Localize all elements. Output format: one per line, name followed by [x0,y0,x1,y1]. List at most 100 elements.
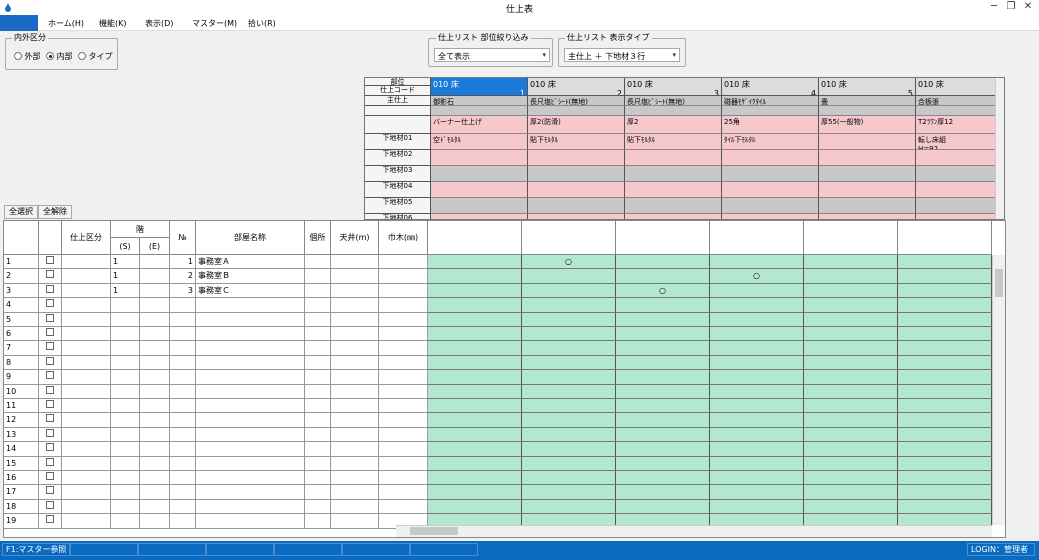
kubun-cell[interactable] [62,269,111,284]
table-row[interactable]: 4 [4,298,992,313]
no-cell[interactable] [170,384,196,399]
finish-assign-cell[interactable]: ○ [616,283,710,299]
finish-cell[interactable]: T2ﾗﾜﾝ厚12 [916,116,1004,134]
checkbox[interactable] [46,270,54,279]
finish-cell[interactable] [528,198,625,214]
kubun-cell[interactable] [62,384,111,399]
finish-assign-cell[interactable] [710,255,804,270]
baseboard-cell[interactable] [379,283,428,299]
finish-assign-cell[interactable] [522,485,616,500]
finish-assign-cell[interactable] [616,269,710,284]
finish-assign-cell[interactable] [428,442,522,457]
floor-s-cell[interactable] [111,370,140,385]
kubun-cell[interactable] [62,283,111,299]
finish-assign-cell[interactable] [428,255,522,270]
finish-cell[interactable] [722,182,819,198]
finish-column-header[interactable]: 010 床 [916,78,1004,96]
finish-assign-cell[interactable] [804,384,898,399]
floor-s-cell[interactable] [111,471,140,486]
finish-column-header[interactable]: 010 床2 [528,78,625,96]
finish-assign-cell[interactable] [898,427,992,443]
row-checkbox[interactable] [39,341,62,356]
checkbox[interactable] [46,385,54,394]
finish-cell[interactable] [625,106,722,116]
checkbox[interactable] [46,342,54,351]
ceiling-cell[interactable] [331,384,379,399]
radio-outside[interactable]: 外部 [14,51,41,62]
finish-assign-cell[interactable] [804,255,898,270]
finish-assign-cell[interactable] [428,456,522,471]
no-cell[interactable]: 1 [170,255,196,270]
table-row[interactable]: 12 [4,413,992,428]
finish-assign-cell[interactable] [616,471,710,486]
finish-assign-cell[interactable] [898,384,992,399]
checkbox[interactable] [46,443,54,452]
floor-s-cell[interactable]: 1 [111,283,140,299]
finish-assign-cell[interactable] [898,413,992,428]
baseboard-cell[interactable] [379,298,428,313]
floor-e-cell[interactable] [140,399,170,414]
finish-assign-cell[interactable] [616,413,710,428]
no-cell[interactable] [170,514,196,529]
finish-assign-cell[interactable] [428,413,522,428]
row-checkbox[interactable] [39,399,62,414]
finish-assign-cell[interactable] [804,427,898,443]
row-checkbox[interactable] [39,384,62,399]
finish-assign-cell[interactable] [898,442,992,457]
no-cell[interactable] [170,413,196,428]
room-name-cell[interactable] [196,327,305,342]
menu-function[interactable]: 機能(K) [99,18,127,29]
finish-assign-cell[interactable] [710,283,804,299]
viewtype-select[interactable]: 主仕上 ＋ 下地材３行 ▾ [564,48,680,62]
finish-assign-cell[interactable] [522,471,616,486]
row-checkbox[interactable] [39,471,62,486]
finish-cell[interactable]: ﾀｲﾙ下ﾓﾙﾀﾙ [722,134,819,150]
finish-assign-cell[interactable] [522,298,616,313]
floor-s-cell[interactable] [111,341,140,356]
horizontal-scrollbar[interactable] [396,525,992,537]
place-cell[interactable] [305,312,331,327]
finish-assign-cell[interactable] [428,283,522,299]
finish-assign-cell[interactable] [616,384,710,399]
checkbox[interactable] [46,414,54,423]
finish-assign-cell[interactable] [616,298,710,313]
status-f1[interactable]: F1:マスター参照 [2,543,70,556]
finish-assign-cell[interactable] [710,442,804,457]
kubun-cell[interactable] [62,399,111,414]
floor-e-cell[interactable] [140,456,170,471]
finish-assign-cell[interactable] [522,427,616,443]
kubun-cell[interactable] [62,427,111,443]
finish-cell[interactable]: 厚2(防滑) [528,116,625,134]
no-cell[interactable] [170,370,196,385]
checkbox[interactable] [46,356,54,365]
finish-cell[interactable] [819,166,916,182]
no-cell[interactable] [170,341,196,356]
room-name-cell[interactable] [196,399,305,414]
radio-inside[interactable]: 内部 [46,51,73,62]
floor-e-cell[interactable] [140,370,170,385]
floor-s-cell[interactable] [111,327,140,342]
finish-cell[interactable] [916,106,1004,116]
finish-cell[interactable] [528,106,625,116]
finish-cell[interactable] [819,150,916,166]
kubun-cell[interactable] [62,471,111,486]
floor-s-cell[interactable] [111,427,140,443]
baseboard-cell[interactable] [379,312,428,327]
floor-s-cell[interactable] [111,442,140,457]
finish-assign-cell[interactable] [428,341,522,356]
finish-assign-cell[interactable] [428,298,522,313]
finish-cell[interactable]: 貼下ﾓﾙﾀﾙ [625,134,722,150]
floor-s-cell[interactable] [111,514,140,529]
finish-cell[interactable]: バーナー仕上げ [431,116,528,134]
finish-cell[interactable]: 長尺塩ﾋﾞｼｰﾄ(無地) [528,96,625,106]
table-row[interactable]: 17 [4,485,992,500]
no-cell[interactable] [170,456,196,471]
floor-s-cell[interactable]: 1 [111,255,140,270]
baseboard-cell[interactable] [379,269,428,284]
finish-assign-cell[interactable] [428,427,522,443]
ceiling-cell[interactable] [331,283,379,299]
finish-assign-cell[interactable] [428,384,522,399]
finish-assign-cell[interactable] [710,327,804,342]
table-row[interactable]: 11 [4,399,992,414]
checkbox[interactable] [46,256,54,264]
